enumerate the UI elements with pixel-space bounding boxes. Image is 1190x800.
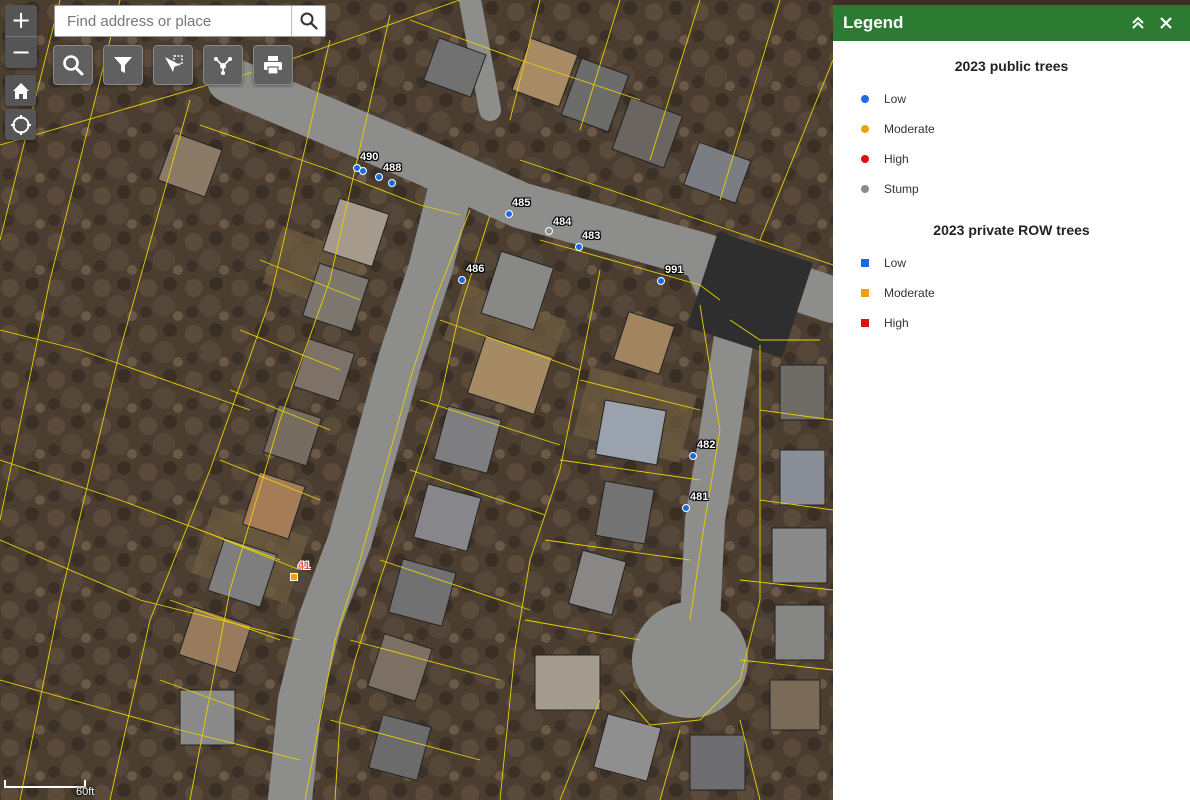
circle-symbol-icon [861, 155, 869, 163]
public-trees-legend-list: Low Moderate High Stump [833, 84, 1190, 204]
square-symbol-icon [861, 259, 869, 267]
public-legend-moderate: Moderate [833, 114, 1190, 144]
chevron-double-up-icon [1132, 16, 1144, 29]
public-tree-marker[interactable] [458, 276, 466, 284]
map-view[interactable]: 490 488 485 484 483 486 991 482 481 41 60ft + − [0, 0, 833, 800]
legend-item-label: Stump [884, 182, 919, 196]
public-legend-low: Low [833, 84, 1190, 114]
select-tool-button[interactable] [153, 45, 193, 85]
zoom-in-button[interactable]: + [5, 5, 37, 36]
share-tool-button[interactable] [203, 45, 243, 85]
search-icon [63, 55, 84, 76]
public-tree-marker[interactable] [545, 227, 553, 235]
search-tool-button[interactable] [53, 45, 93, 85]
private-tree-marker[interactable] [290, 573, 298, 581]
public-tree-marker[interactable] [682, 504, 690, 512]
tree-id-label: 482 [697, 439, 716, 451]
legend-panel: Legend 2023 public trees Low Moderate High… [833, 5, 1190, 800]
private-legend-high: High [833, 308, 1190, 338]
collapse-legend-button[interactable] [1124, 9, 1152, 37]
search-icon [300, 12, 318, 30]
legend-title: Legend [843, 13, 904, 32]
public-legend-high: High [833, 144, 1190, 174]
search-submit-button[interactable] [291, 6, 325, 36]
legend-item-label: Moderate [884, 122, 935, 136]
circle-symbol-icon [861, 185, 869, 193]
tree-id-label: 490 [360, 151, 379, 163]
circle-symbol-icon [861, 125, 869, 133]
public-trees-title: 2023 public trees [954, 58, 1069, 74]
home-icon [12, 82, 29, 99]
public-tree-marker[interactable] [375, 173, 383, 181]
legend-item-label: Low [884, 92, 907, 106]
square-symbol-icon [861, 289, 869, 297]
public-tree-marker[interactable] [657, 277, 665, 285]
public-legend-stump: Stump [833, 174, 1190, 204]
tree-id-label: 485 [512, 197, 531, 209]
tree-id-label: 481 [690, 491, 709, 503]
zoom-control: + − [5, 5, 37, 68]
public-tree-marker[interactable] [689, 452, 697, 460]
close-legend-button[interactable] [1152, 9, 1180, 37]
scale-bar [4, 780, 86, 788]
private-trees-title: 2023 private ROW trees [933, 222, 1090, 238]
square-symbol-icon [861, 319, 869, 327]
legend-item-label: High [884, 152, 909, 166]
circle-symbol-icon [861, 95, 869, 103]
tree-id-label: 483 [582, 230, 601, 242]
aerial-imagery [0, 0, 833, 800]
tree-id-label: 41 [298, 560, 311, 572]
print-tool-button[interactable] [253, 45, 293, 85]
legend-item-label: Moderate [884, 286, 935, 300]
locate-icon [10, 114, 31, 135]
close-icon [1160, 17, 1172, 29]
locate-button[interactable] [5, 109, 36, 140]
public-tree-marker[interactable] [505, 210, 513, 218]
private-legend-low: Low [833, 248, 1190, 278]
public-tree-marker[interactable] [388, 179, 396, 187]
private-legend-moderate: Moderate [833, 278, 1190, 308]
legend-item-label: Low [884, 256, 907, 270]
search-input[interactable] [55, 6, 291, 36]
private-trees-legend-list: Low Moderate High [833, 248, 1190, 338]
filter-tool-button[interactable] [103, 45, 143, 85]
public-tree-marker[interactable] [359, 167, 367, 175]
zoom-out-button[interactable]: − [5, 36, 37, 68]
filter-icon [114, 57, 132, 73]
tree-id-label: 486 [466, 263, 485, 275]
scale-label: 60ft [76, 786, 95, 798]
tree-id-label: 488 [383, 162, 402, 174]
tree-id-label: 484 [553, 216, 572, 228]
public-tree-marker[interactable] [575, 243, 583, 251]
legend-item-label: High [884, 316, 909, 330]
home-button[interactable] [5, 75, 36, 106]
search-box [54, 5, 326, 37]
select-icon [165, 55, 183, 72]
legend-header: Legend [833, 5, 1190, 41]
print-icon [264, 56, 282, 75]
share-icon [214, 57, 232, 75]
tree-id-label: 991 [665, 264, 684, 276]
